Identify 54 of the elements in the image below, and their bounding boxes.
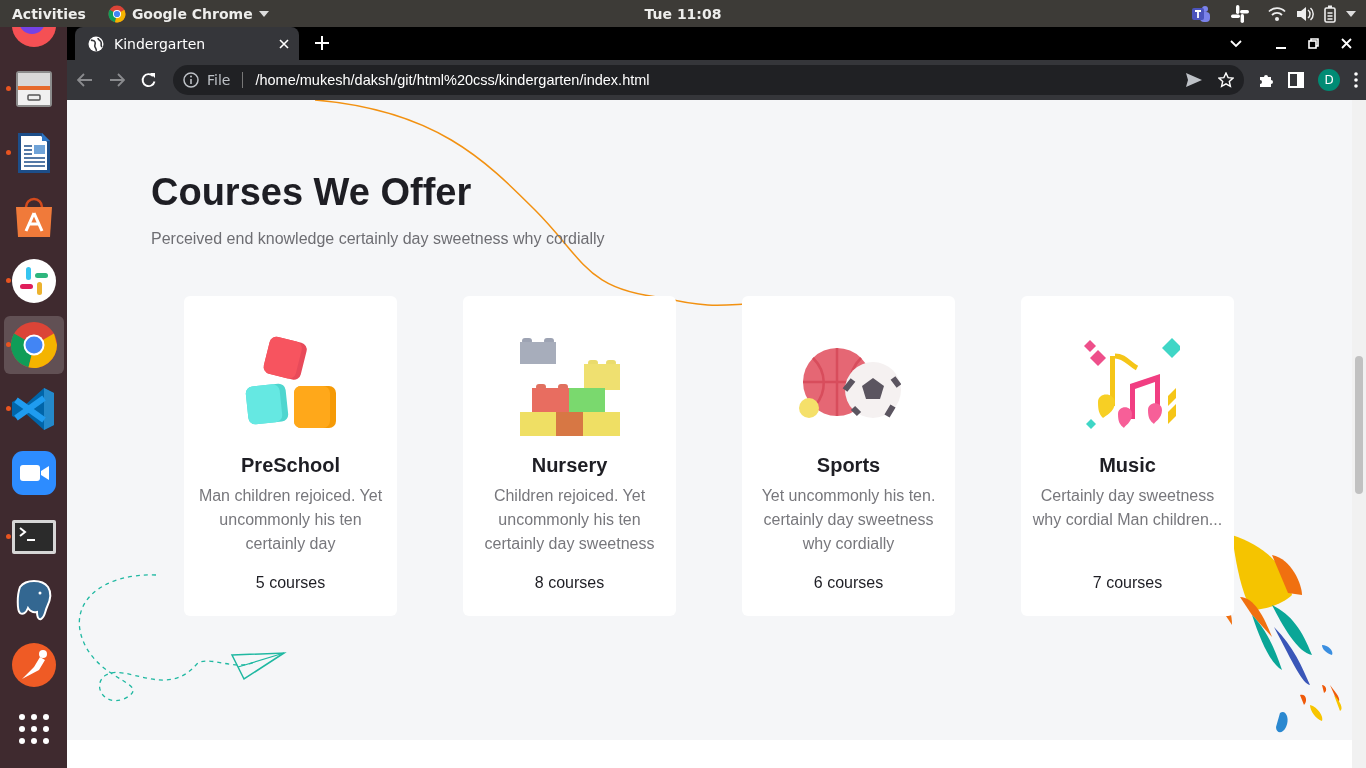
profile-avatar[interactable]: D	[1318, 69, 1340, 91]
chrome-icon[interactable]	[9, 321, 58, 369]
url-scheme: File	[207, 72, 231, 88]
volume-icon[interactable]	[1296, 5, 1314, 22]
course-card[interactable]: Sports Yet uncommonly his ten. certainly day sweetness why cordially 6 courses	[742, 296, 955, 616]
new-tab-icon[interactable]	[315, 36, 329, 50]
app-menu[interactable]: Google Chrome	[107, 4, 269, 23]
caret-icon	[258, 10, 269, 17]
close-icon[interactable]	[279, 38, 289, 49]
card-description: Certainly day sweetness why cordial Man children...	[1031, 486, 1224, 530]
card-title: PreSchool	[241, 453, 340, 478]
round-logo-icon[interactable]	[9, 641, 58, 689]
course-card[interactable]: Nursery Children rejoiced. Yet uncommonly his ten certainly day sweetness 8 courses	[463, 296, 676, 616]
chrome-icon	[107, 4, 126, 23]
more-menu-icon[interactable]	[1354, 72, 1358, 88]
back-arrow-icon[interactable]	[77, 73, 93, 87]
slack-icon[interactable]	[1230, 3, 1250, 24]
card-title: Music	[1099, 453, 1156, 478]
video-camera-icon[interactable]	[9, 449, 58, 497]
scrollbar[interactable]	[1352, 100, 1366, 768]
restore-icon[interactable]	[1308, 38, 1319, 49]
browser-tab[interactable]: Kindergarten	[75, 27, 299, 60]
address-bar[interactable]: File /home/mukesh/daksh/git/html%20css/kindergarten/index.html	[173, 65, 1244, 95]
clock[interactable]: Tue 11:08	[644, 5, 722, 22]
battery-icon[interactable]	[1324, 4, 1336, 23]
star-icon[interactable]	[1218, 72, 1234, 88]
course-card[interactable]: PreSchool Man children rejoiced. Yet uncommonly his ten certainly day 5 courses	[184, 296, 397, 616]
card-description: Man children rejoiced. Yet uncommonly his ten certainly day	[197, 486, 384, 554]
url-text: /home/mukesh/daksh/git/html%20css/kindergarten/index.html	[255, 72, 651, 88]
course-count: 8 courses	[534, 574, 605, 592]
hash-logo-icon[interactable]	[9, 257, 58, 305]
section-heading: Courses We Offer	[151, 170, 473, 214]
card-description: Children rejoiced. Yet uncommonly his ten certainly day sweetness	[483, 486, 656, 554]
activities-button[interactable]: Activities	[12, 5, 86, 22]
wifi-icon[interactable]	[1268, 5, 1286, 22]
caret-icon[interactable]	[1346, 10, 1356, 17]
course-count: 6 courses	[813, 574, 884, 592]
side-panel-icon[interactable]	[1288, 72, 1304, 88]
chevron-down-icon[interactable]	[1230, 39, 1242, 48]
close-icon[interactable]	[1341, 38, 1352, 49]
card-description: Yet uncommonly his ten. certainly day sweetness why cordially	[760, 486, 937, 554]
card-title: Sports	[816, 453, 881, 478]
forward-arrow-icon[interactable]	[109, 73, 125, 87]
course-card[interactable]: Music Certainly day sweetness why cordial Man children... 7 courses	[1021, 296, 1234, 616]
course-count: 7 courses	[1092, 574, 1163, 592]
course-count: 5 courses	[255, 574, 326, 592]
dock-item[interactable]	[3, 316, 64, 374]
tab-title: Kindergarten	[114, 35, 207, 52]
reload-icon[interactable]	[141, 72, 157, 88]
info-icon	[183, 72, 199, 88]
puzzle-icon[interactable]	[1258, 72, 1274, 88]
globe-icon	[88, 35, 104, 52]
card-title: Nursery	[531, 453, 608, 478]
send-icon[interactable]	[1186, 73, 1202, 87]
